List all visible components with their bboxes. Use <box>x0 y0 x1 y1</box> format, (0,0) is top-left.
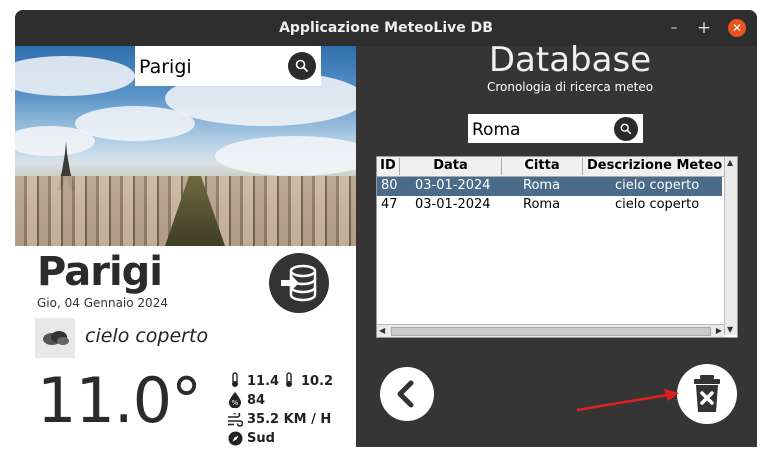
scroll-up-icon[interactable]: ▲ <box>727 158 733 167</box>
history-search-button[interactable] <box>614 117 638 141</box>
column-header-descrizione[interactable]: Descrizione Meteo <box>583 158 728 175</box>
humidity-icon: % <box>229 392 241 408</box>
weather-description: cielo coperto <box>85 325 209 347</box>
date-label: Gio, 04 Gennaio 2024 <box>37 296 168 310</box>
database-import-icon <box>281 264 317 302</box>
cell-data: 03-01-2024 <box>415 197 491 212</box>
chevron-left-icon <box>397 380 414 408</box>
temp-max-value: 11.4 <box>247 374 280 389</box>
cell-descrizione: cielo coperto <box>615 178 700 193</box>
horizontal-scrollbar[interactable]: ◀ ▶ <box>377 324 724 337</box>
cell-descrizione: cielo coperto <box>615 197 700 212</box>
scroll-right-icon[interactable]: ▶ <box>716 326 722 335</box>
column-header-data[interactable]: Data <box>400 158 502 175</box>
column-header-citta[interactable]: Citta <box>502 158 583 175</box>
city-search <box>135 46 321 88</box>
thermometer-max-icon <box>232 372 238 387</box>
temperature-value: 11.0° <box>37 364 202 437</box>
cell-citta: Roma <box>523 197 561 212</box>
window-title: Applicazione MeteoLive DB <box>279 20 493 36</box>
search-icon <box>295 59 309 73</box>
temp-min-value: 10.2 <box>301 374 334 389</box>
search-icon <box>620 123 632 135</box>
weather-panel: Parigi Gio, 04 Gennaio 2024 cielo copert… <box>15 46 356 447</box>
wind-icon <box>228 413 243 427</box>
history-search-input[interactable] <box>470 114 614 145</box>
horizontal-scroll-thumb[interactable] <box>391 327 711 336</box>
annotation-arrow-icon <box>576 389 679 412</box>
close-button[interactable]: ✕ <box>728 19 746 37</box>
search-button[interactable] <box>288 52 316 80</box>
wind-speed-value: 35.2 KM / H <box>247 412 332 427</box>
table-header: ID Data Citta Descrizione Meteo <box>377 157 724 177</box>
cell-citta: Roma <box>523 178 561 193</box>
table-row[interactable]: 47 03-01-2024 Roma cielo coperto <box>377 196 722 215</box>
database-subtitle: Cronologia di ricerca meteo <box>486 80 654 94</box>
scroll-left-icon[interactable]: ◀ <box>379 326 385 335</box>
scroll-down-icon[interactable]: ▼ <box>727 325 733 334</box>
minimize-button[interactable]: – <box>665 19 683 37</box>
table-row[interactable]: 80 03-01-2024 Roma cielo coperto <box>377 177 722 196</box>
back-button[interactable] <box>380 367 434 421</box>
column-header-id[interactable]: ID <box>377 158 400 175</box>
svg-text:%: % <box>232 399 239 407</box>
delete-button[interactable] <box>677 364 737 424</box>
vertical-scrollbar[interactable]: ▲ ▼ <box>724 157 737 335</box>
maximize-button[interactable]: + <box>695 19 713 37</box>
city-name: Parigi <box>37 249 163 295</box>
cell-data: 03-01-2024 <box>415 178 491 193</box>
wind-direction-value: Sud <box>247 431 275 446</box>
trash-icon <box>694 375 720 412</box>
cloud-weather-icon <box>35 318 75 358</box>
history-search <box>468 114 643 145</box>
city-search-input[interactable] <box>137 46 286 88</box>
humidity-value: 84 <box>247 393 266 408</box>
thermometer-min-icon <box>286 372 292 387</box>
compass-icon <box>228 431 243 446</box>
cell-id: 47 <box>381 197 398 212</box>
history-table[interactable]: ID Data Citta Descrizione Meteo 80 03-01… <box>376 156 738 338</box>
database-button[interactable] <box>269 253 329 313</box>
database-title: Database <box>488 40 652 80</box>
cell-id: 80 <box>381 178 398 193</box>
